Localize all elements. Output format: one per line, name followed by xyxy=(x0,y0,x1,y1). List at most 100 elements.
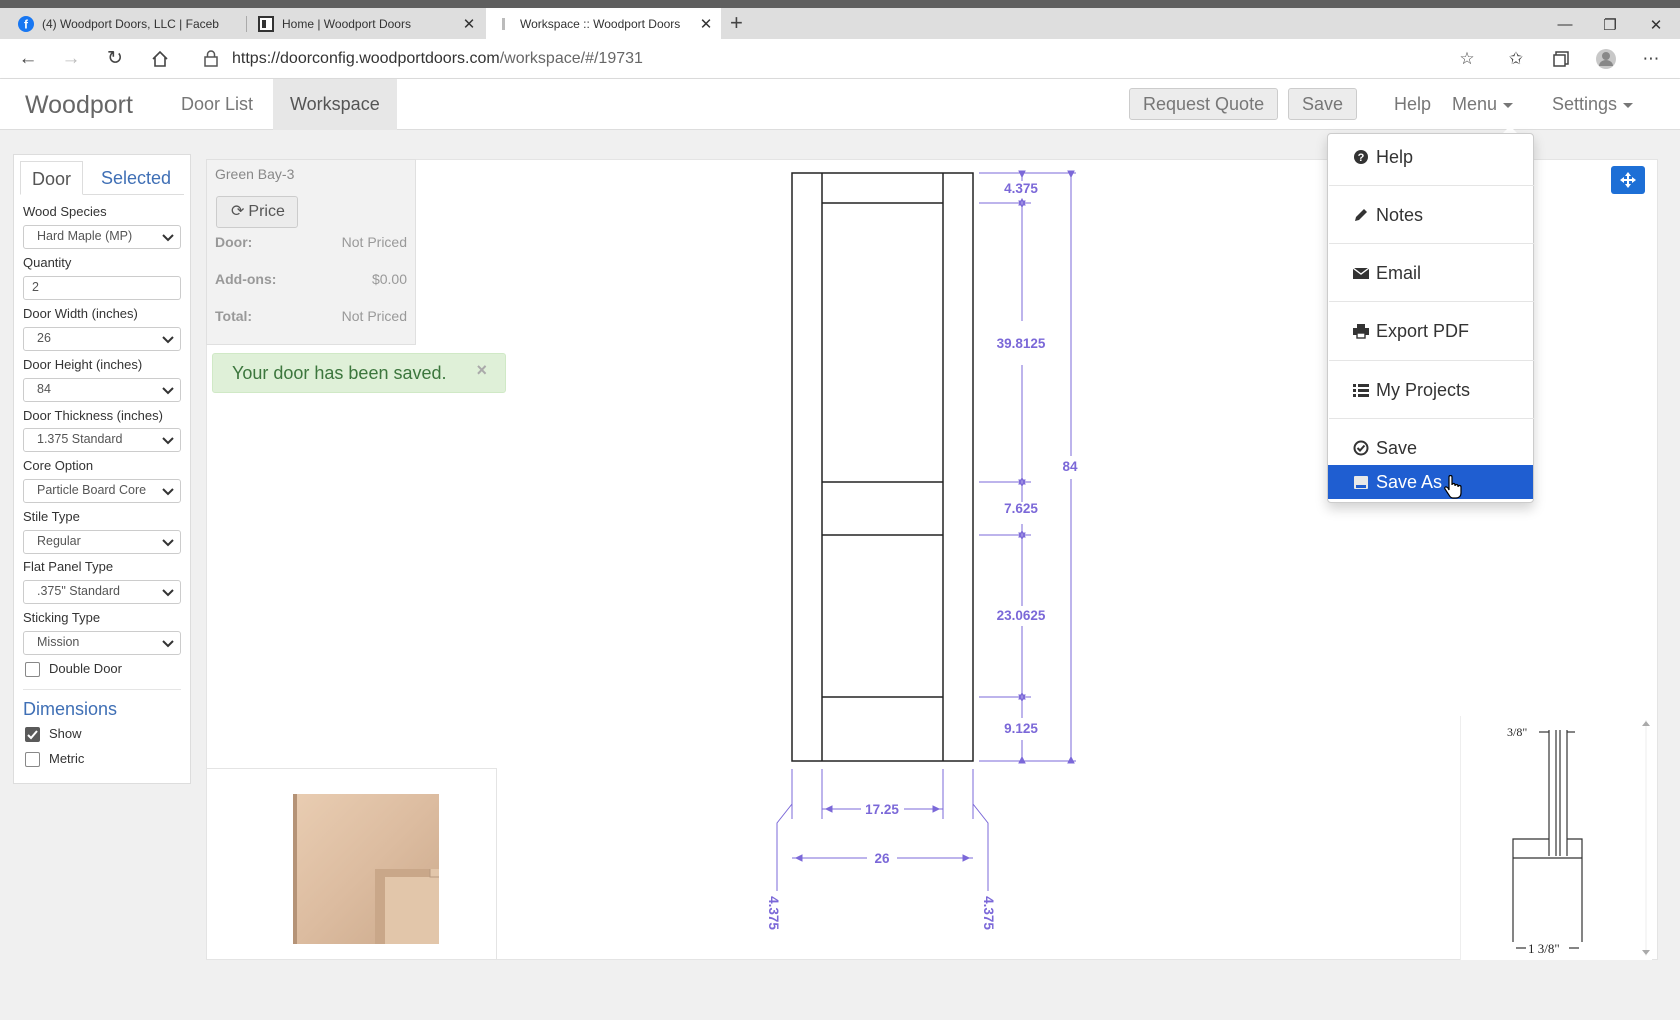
sticking-type-select[interactable]: Mission xyxy=(23,631,181,655)
close-tab-icon[interactable]: ✕ xyxy=(462,15,476,33)
flat-panel-type-label: Flat Panel Type xyxy=(23,559,114,574)
settings-label: Settings xyxy=(1552,94,1618,114)
svg-text:?: ? xyxy=(1358,152,1365,164)
reload-icon[interactable]: ↻ xyxy=(103,47,127,71)
forward-icon[interactable]: → xyxy=(59,47,83,71)
browser-tab-workspace[interactable]: Workspace :: Woodport Doors ✕ xyxy=(486,8,721,39)
menu-divider xyxy=(1329,243,1534,244)
menu-dropdown: ? Help Notes Email Export PDF My Project… xyxy=(1327,133,1534,503)
core-option-select[interactable]: Particle Board Core xyxy=(23,479,181,503)
collections-icon[interactable] xyxy=(1550,48,1572,70)
back-icon[interactable]: ← xyxy=(16,47,40,71)
door-thickness-select[interactable]: 1.375 Standard xyxy=(23,428,181,452)
refresh-icon: ⟳ xyxy=(231,203,245,220)
close-window-icon[interactable]: ✕ xyxy=(1646,16,1666,34)
metric-checkbox[interactable] xyxy=(25,752,40,767)
door-thickness-label: Door Thickness (inches) xyxy=(23,408,163,423)
dim-stile-left: 4.375 xyxy=(766,896,781,930)
chevron-down-icon xyxy=(162,437,174,445)
menu-item-help[interactable]: ? Help xyxy=(1328,140,1533,174)
question-circle-icon: ? xyxy=(1354,150,1368,164)
caret-down-icon xyxy=(1623,102,1634,108)
menu-item-label: My Projects xyxy=(1376,380,1471,400)
dim-panel-width: 17.25 xyxy=(865,802,899,817)
menu-item-save-as[interactable]: Save As xyxy=(1328,465,1533,499)
price-button-label: Price xyxy=(248,203,285,220)
section-divider xyxy=(23,689,181,690)
brand-logo[interactable]: Woodport xyxy=(25,91,133,120)
checkmark-icon xyxy=(27,730,38,740)
dim-stile-right: 4.375 xyxy=(981,896,996,930)
favorites-list-icon[interactable]: ✩ xyxy=(1505,48,1527,70)
chevron-down-icon xyxy=(162,539,174,547)
door-height-label: Door Height (inches) xyxy=(23,357,143,372)
save-button[interactable]: Save xyxy=(1288,88,1358,120)
stile-type-value: Regular xyxy=(37,534,81,548)
show-dimensions-checkbox[interactable] xyxy=(25,727,40,742)
double-door-checkbox[interactable] xyxy=(25,662,40,677)
wood-sample-image xyxy=(293,794,439,944)
wood-species-select[interactable]: Hard Maple (MP) xyxy=(23,225,181,249)
app-navbar: Woodport Door List Workspace Request Quo… xyxy=(0,79,1680,130)
menu-divider xyxy=(1329,185,1534,186)
minimize-icon[interactable]: — xyxy=(1555,16,1575,33)
profile-avatar-icon[interactable] xyxy=(1595,48,1617,70)
stile-type-select[interactable]: Regular xyxy=(23,530,181,554)
browser-tab-bar: f (4) Woodport Doors, LLC | Faceb Home |… xyxy=(0,8,1680,39)
dim-overall-width: 26 xyxy=(874,851,890,866)
menu-item-label: Help xyxy=(1376,147,1414,167)
flat-panel-type-value: .375" Standard xyxy=(37,584,120,598)
menu-item-email[interactable]: Email xyxy=(1328,256,1533,290)
price-button[interactable]: ⟳ Price xyxy=(216,196,298,228)
lock-icon[interactable] xyxy=(204,50,218,72)
price-total-value: Not Priced xyxy=(341,308,407,324)
menu-item-export-pdf[interactable]: Export PDF xyxy=(1328,314,1533,348)
favorite-star-icon[interactable]: ☆ xyxy=(1456,48,1478,70)
pan-move-button[interactable] xyxy=(1611,166,1645,194)
sticking-type-value: Mission xyxy=(37,635,80,649)
dimensions-title: Dimensions xyxy=(23,699,118,719)
nav-door-list[interactable]: Door List xyxy=(164,79,270,130)
browser-tab-home[interactable]: Home | Woodport Doors ✕ xyxy=(248,8,484,39)
envelope-icon xyxy=(1353,267,1369,279)
tab-door[interactable]: Door xyxy=(20,161,84,195)
menu-item-save[interactable]: Save xyxy=(1328,431,1533,465)
printer-icon xyxy=(1353,324,1369,339)
door-width-select[interactable]: 26 xyxy=(23,327,181,351)
menu-item-notes[interactable]: Notes xyxy=(1328,198,1533,232)
price-addons-label: Add-ons: xyxy=(215,271,277,287)
browser-tab-facebook[interactable]: f (4) Woodport Doors, LLC | Faceb xyxy=(8,8,246,39)
menu-item-label: Notes xyxy=(1376,205,1424,225)
page-icon xyxy=(258,15,274,32)
home-icon[interactable] xyxy=(148,47,172,75)
price-total-label: Total: xyxy=(215,308,253,324)
url-host: https://doorconfig.woodportdoors.com xyxy=(232,50,500,67)
door-width-value: 26 xyxy=(37,331,51,345)
tab-separator xyxy=(246,16,247,32)
more-options-icon[interactable]: ⋯ xyxy=(1640,48,1662,70)
door-height-select[interactable]: 84 xyxy=(23,378,181,402)
chevron-down-icon xyxy=(162,387,174,395)
pricing-panel: Green Bay-3 ⟳ Price Door: Not Priced Add-… xyxy=(206,159,416,345)
nav-workspace[interactable]: Workspace xyxy=(273,79,397,130)
new-tab-button[interactable]: + xyxy=(730,12,743,34)
tab-selected[interactable]: Selected xyxy=(90,161,182,195)
quantity-label: Quantity xyxy=(23,255,72,270)
door-thickness-value: 1.375 Standard xyxy=(37,432,123,446)
flat-panel-type-select[interactable]: .375" Standard xyxy=(23,580,181,604)
menu-divider xyxy=(1329,301,1534,302)
nav-settings[interactable]: Settings xyxy=(1535,79,1650,130)
restore-icon[interactable]: ❐ xyxy=(1600,16,1620,34)
menu-item-my-projects[interactable]: My Projects xyxy=(1328,373,1533,407)
profile-detail-panel: 3/8" 1 3/8" xyxy=(1460,716,1652,960)
menu-item-label: Email xyxy=(1376,263,1422,283)
sticking-type-label: Sticking Type xyxy=(23,610,101,625)
url-field[interactable]: https://doorconfig.woodportdoors.com/wor… xyxy=(232,50,643,68)
quantity-input[interactable]: 2 xyxy=(23,276,181,300)
close-tab-icon[interactable]: ✕ xyxy=(699,15,713,33)
wood-species-value: Hard Maple (MP) xyxy=(37,229,133,243)
nav-menu[interactable]: Menu xyxy=(1435,79,1530,130)
menu-label: Menu xyxy=(1452,94,1498,114)
alert-close-icon[interactable]: × xyxy=(476,360,487,381)
request-quote-button[interactable]: Request Quote xyxy=(1129,88,1279,120)
